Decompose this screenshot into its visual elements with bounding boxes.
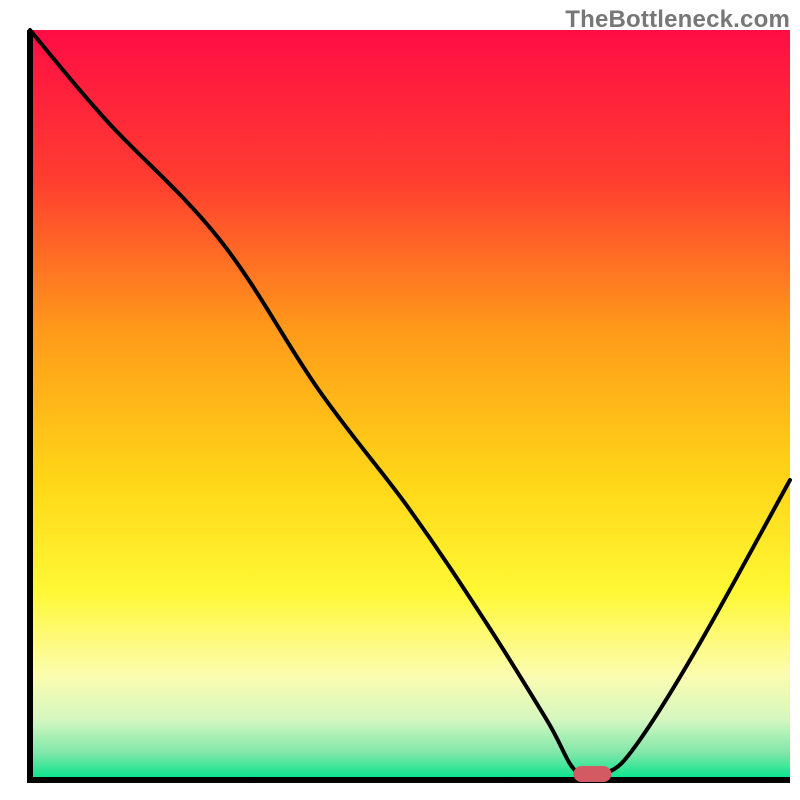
bottleneck-curve-chart [0,0,800,800]
chart-background [30,30,790,780]
optimal-point-marker [573,766,611,782]
watermark-text: TheBottleneck.com [565,6,790,34]
chart-container: TheBottleneck.com [0,0,800,800]
